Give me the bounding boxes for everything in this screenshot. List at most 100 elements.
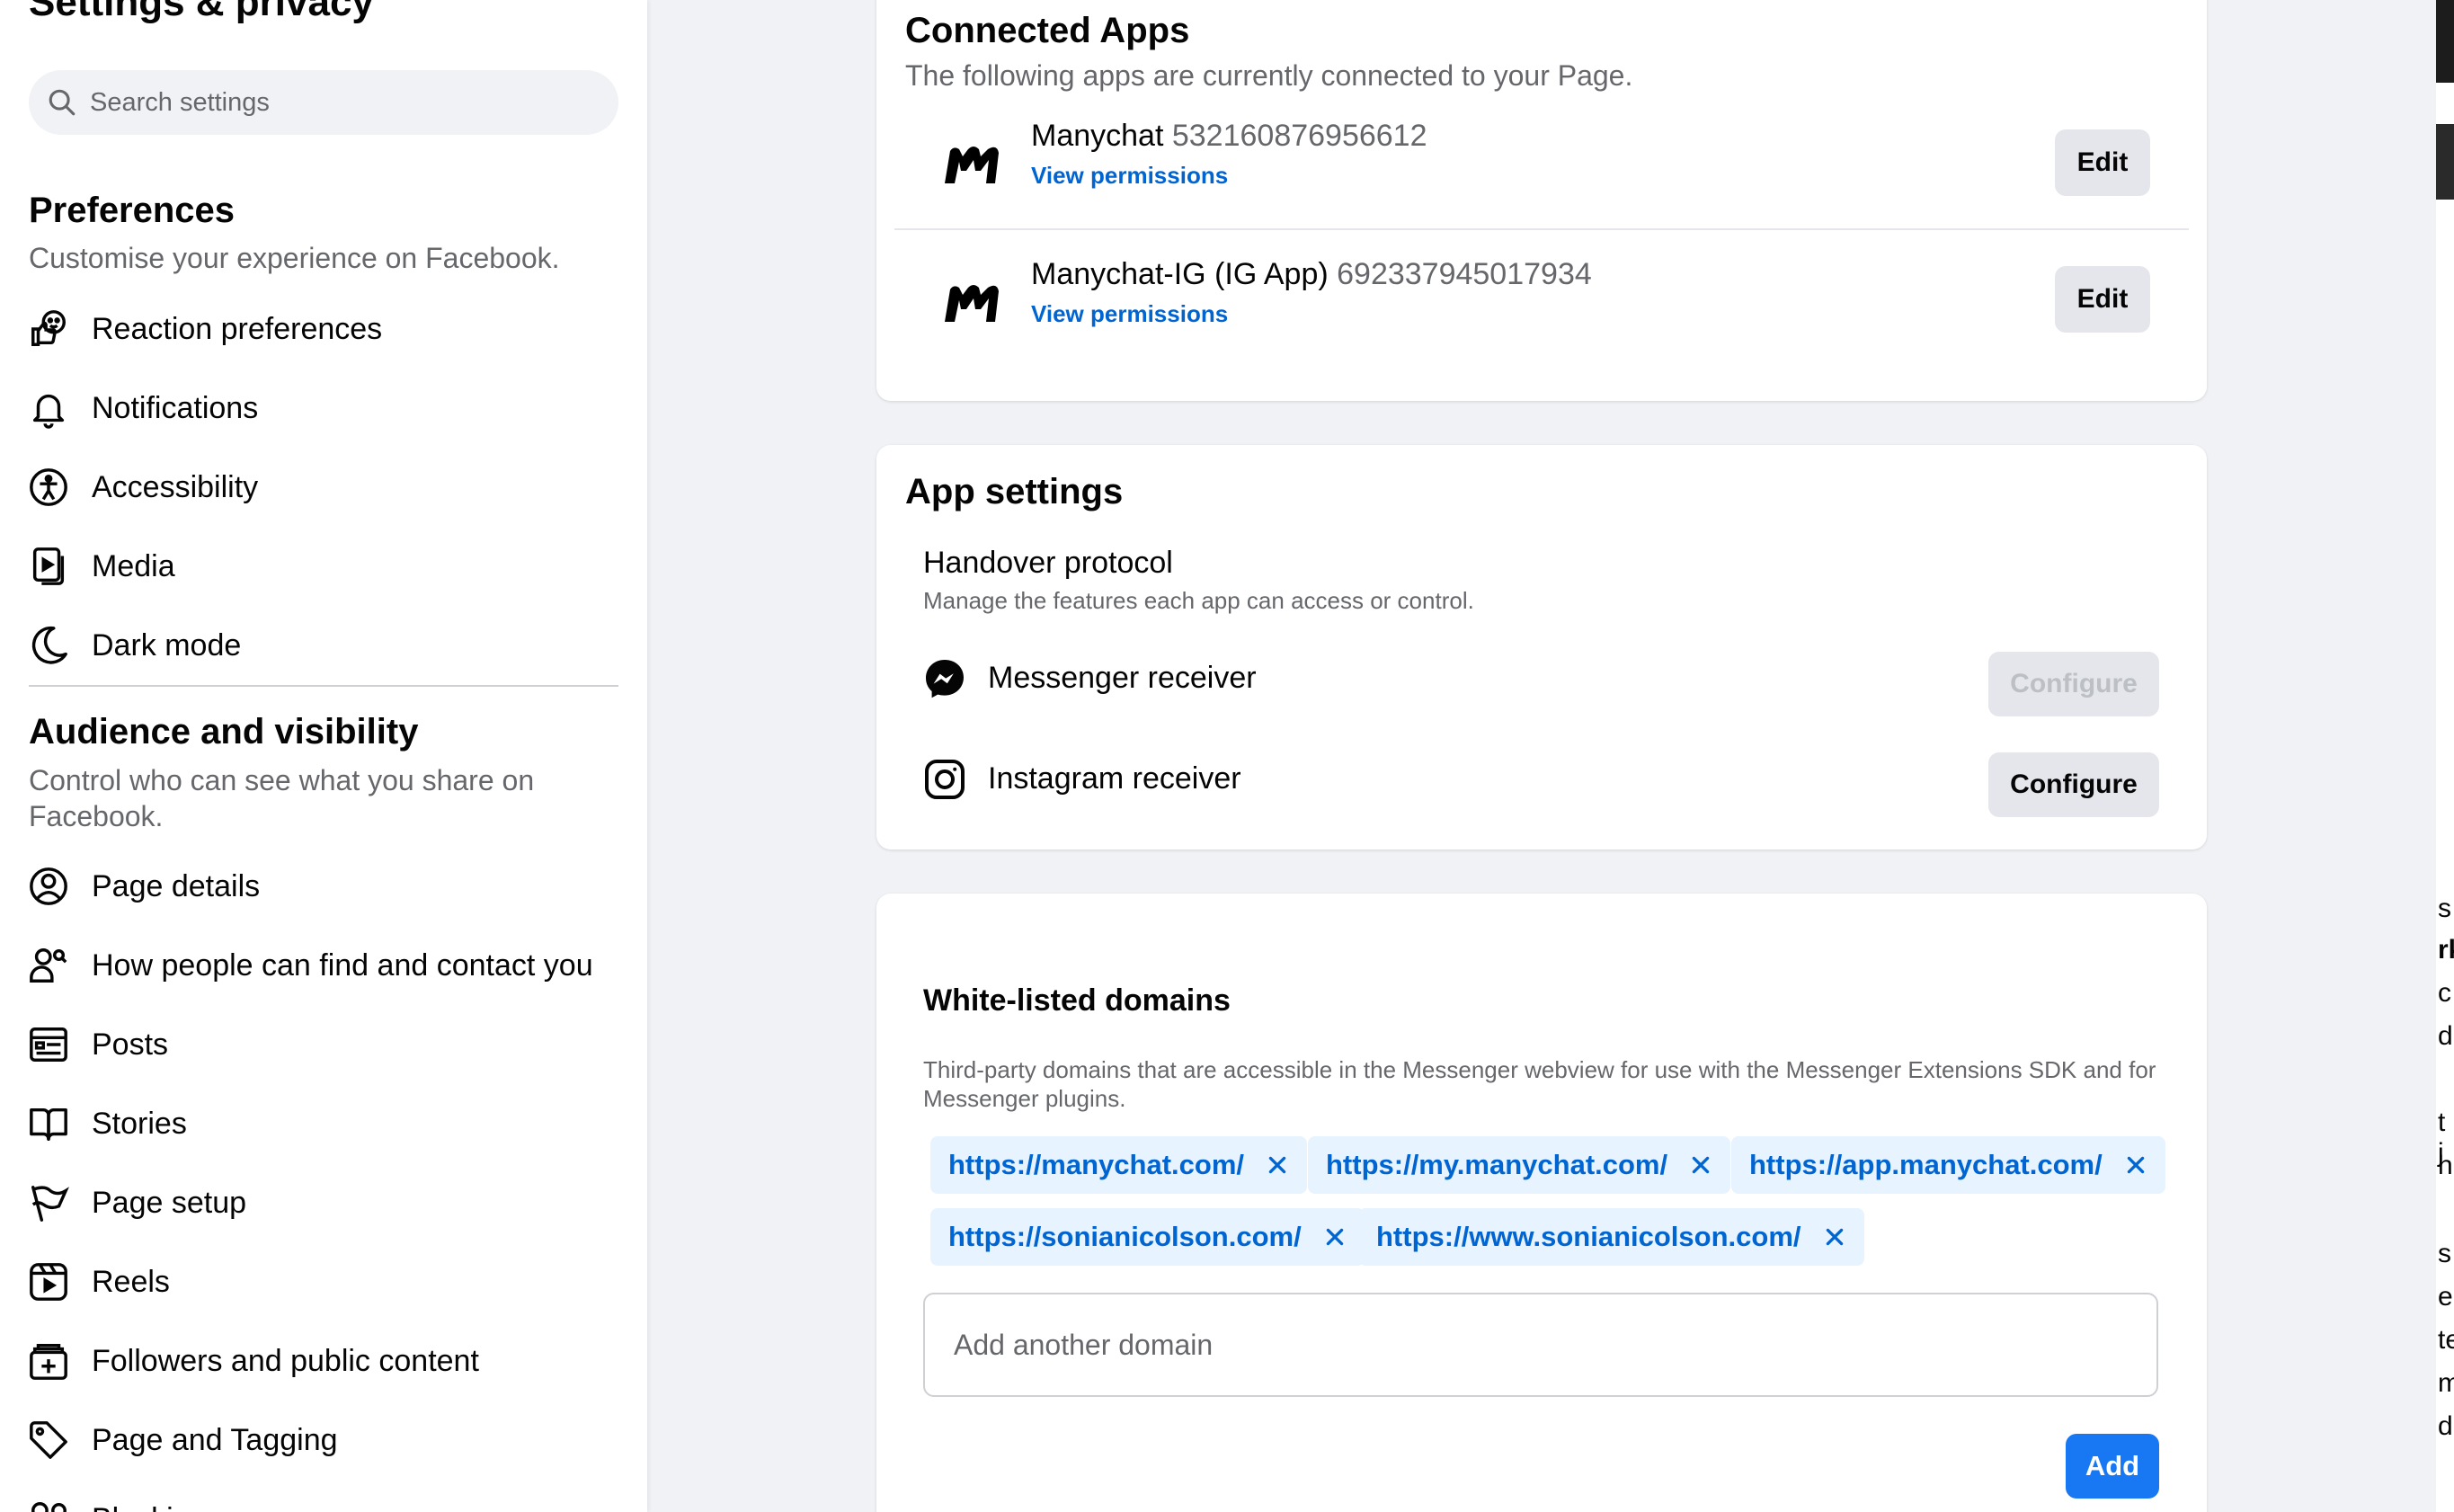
view-permissions-link[interactable]: View permissions <box>1031 162 1228 190</box>
sidebar-item-label: How people can find and contact you <box>92 947 593 983</box>
edge-text: e <box>2438 1282 2453 1312</box>
sidebar-item-label: Reaction preferences <box>92 311 383 346</box>
person-circle-icon <box>27 865 70 908</box>
connected-apps-card: Connected Apps The following apps are cu… <box>876 0 2207 401</box>
accessibility-icon <box>27 466 70 509</box>
sidebar-item-label: Media <box>92 548 175 583</box>
sidebar-item-label: Dark mode <box>92 627 242 663</box>
remove-domain-icon[interactable] <box>2124 1153 2147 1177</box>
domain-chip: https://manychat.com/ <box>930 1136 1307 1194</box>
receiver-label: Instagram receiver <box>988 761 1241 796</box>
moon-icon <box>27 624 70 667</box>
sidebar-item-label: Notifications <box>92 390 259 425</box>
edge-text: te <box>2438 1325 2454 1355</box>
settings-sidebar: Settings & privacy Preferences Customise… <box>0 0 647 1512</box>
domain-chip-text: https://my.manychat.com/ <box>1326 1149 1668 1180</box>
flag-icon <box>27 1181 70 1224</box>
sidebar-item-label: Posts <box>92 1027 169 1062</box>
messenger-icon <box>926 660 964 698</box>
sidebar-title: Settings & privacy <box>29 0 374 24</box>
connected-apps-subtitle: The following apps are currently connect… <box>905 59 1633 92</box>
sidebar-item-label: Accessibility <box>92 469 259 504</box>
domain-chip-text: https://www.sonianicolson.com/ <box>1376 1221 1801 1252</box>
edge-text: d <box>2438 1021 2453 1051</box>
handover-subtitle: Manage the features each app can access … <box>923 587 1474 614</box>
app-name-text: Manychat <box>1031 119 1164 153</box>
preferences-subtitle: Customise your experience on Facebook. <box>29 242 560 274</box>
sidebar-item-accessibility[interactable]: Accessibility <box>27 451 620 523</box>
sidebar-item-notifications[interactable]: Notifications <box>27 372 620 444</box>
sidebar-item-media[interactable]: Media <box>27 530 620 602</box>
bell-icon <box>27 387 70 430</box>
sidebar-item-label: Page details <box>92 868 261 903</box>
remove-domain-icon[interactable] <box>1689 1153 1712 1177</box>
preferences-heading: Preferences <box>29 191 236 230</box>
sidebar-item-followers[interactable]: Followers and public content <box>27 1325 620 1397</box>
manychat-logo-icon <box>945 147 999 183</box>
receiver-label: Messenger receiver <box>988 661 1257 695</box>
instagram-icon <box>925 760 965 799</box>
app-settings-title: App settings <box>905 472 1124 511</box>
sidebar-item-reaction-preferences[interactable]: Reaction preferences <box>27 293 620 365</box>
app-name-text: Manychat-IG (IG App) <box>1031 257 1329 291</box>
sidebar-item-label: Followers and public content <box>92 1343 479 1378</box>
row-divider <box>894 228 2189 230</box>
reaction-icon <box>27 307 70 351</box>
sidebar-item-label: Page and Tagging <box>92 1422 338 1457</box>
sidebar-item-label: Blocking <box>92 1502 208 1512</box>
sidebar-item-reels[interactable]: Reels <box>27 1246 620 1318</box>
sidebar-item-page-details[interactable]: Page details <box>27 850 620 922</box>
edge-text: d <box>2438 1411 2453 1441</box>
sidebar-item-posts[interactable]: Posts <box>27 1009 620 1081</box>
remove-domain-icon[interactable] <box>1266 1153 1289 1177</box>
search-input[interactable] <box>90 87 593 118</box>
edge-text: c <box>2438 978 2451 1008</box>
followers-icon <box>27 1339 70 1383</box>
configure-instagram-button[interactable]: Configure <box>1988 752 2159 817</box>
edge-text: h <box>2438 1151 2453 1180</box>
app-name: Manychat-IG (IG App) 692337945017934 <box>1031 257 1592 292</box>
background-window-dark-strip <box>2436 124 2454 200</box>
domain-chip-text: https://app.manychat.com/ <box>1749 1149 2103 1180</box>
sidebar-item-label: Page setup <box>92 1185 247 1220</box>
search-box[interactable] <box>29 70 618 135</box>
edge-text: s <box>2438 1239 2451 1268</box>
add-domain-button[interactable]: Add <box>2066 1434 2159 1499</box>
app-name: Manychat 532160876956612 <box>1031 119 1427 154</box>
reels-icon <box>27 1260 70 1303</box>
background-window-dark-strip <box>2436 0 2454 83</box>
sidebar-item-label: Stories <box>92 1106 187 1141</box>
domain-chip-text: https://manychat.com/ <box>948 1149 1244 1180</box>
blocking-icon <box>27 1498 70 1512</box>
view-permissions-link[interactable]: View permissions <box>1031 300 1228 328</box>
app-row: Manychat-IG (IG App) 692337945017934 Vie… <box>894 237 2189 372</box>
search-icon <box>49 89 76 116</box>
app-row: Manychat 532160876956612 View permission… <box>894 99 2189 234</box>
add-domain-input[interactable] <box>923 1293 2158 1397</box>
media-icon <box>27 545 70 588</box>
sidebar-item-label: Reels <box>92 1264 170 1299</box>
connected-apps-title: Connected Apps <box>905 11 1190 50</box>
sidebar-item-tagging[interactable]: Page and Tagging <box>27 1404 620 1476</box>
sidebar-item-dark-mode[interactable]: Dark mode <box>27 609 620 681</box>
edge-text: rk <box>2438 935 2454 965</box>
posts-icon <box>27 1023 70 1066</box>
edit-app-button[interactable]: Edit <box>2055 266 2150 333</box>
domain-chip: https://www.sonianicolson.com/ <box>1358 1208 1864 1266</box>
sidebar-item-blocking[interactable]: Blocking <box>27 1483 620 1512</box>
edge-text: s <box>2438 894 2451 923</box>
sidebar-item-page-setup[interactable]: Page setup <box>27 1167 620 1239</box>
sidebar-item-find-contact[interactable]: How people can find and contact you <box>27 929 620 1001</box>
app-settings-card: App settings Handover protocol Manage th… <box>876 445 2207 849</box>
configure-messenger-button[interactable]: Configure <box>1988 652 2159 716</box>
sidebar-item-stories[interactable]: Stories <box>27 1088 620 1160</box>
edge-text: m <box>2438 1368 2454 1398</box>
domain-chip: https://app.manychat.com/ <box>1731 1136 2165 1194</box>
app-id: 532160876956612 <box>1171 119 1427 153</box>
edit-app-button[interactable]: Edit <box>2055 129 2150 196</box>
whitelisted-domains-card: White-listed domains Third-party domains… <box>876 894 2207 1512</box>
tag-icon <box>27 1419 70 1462</box>
book-icon <box>27 1102 70 1145</box>
remove-domain-icon[interactable] <box>1823 1225 1846 1249</box>
remove-domain-icon[interactable] <box>1323 1225 1347 1249</box>
